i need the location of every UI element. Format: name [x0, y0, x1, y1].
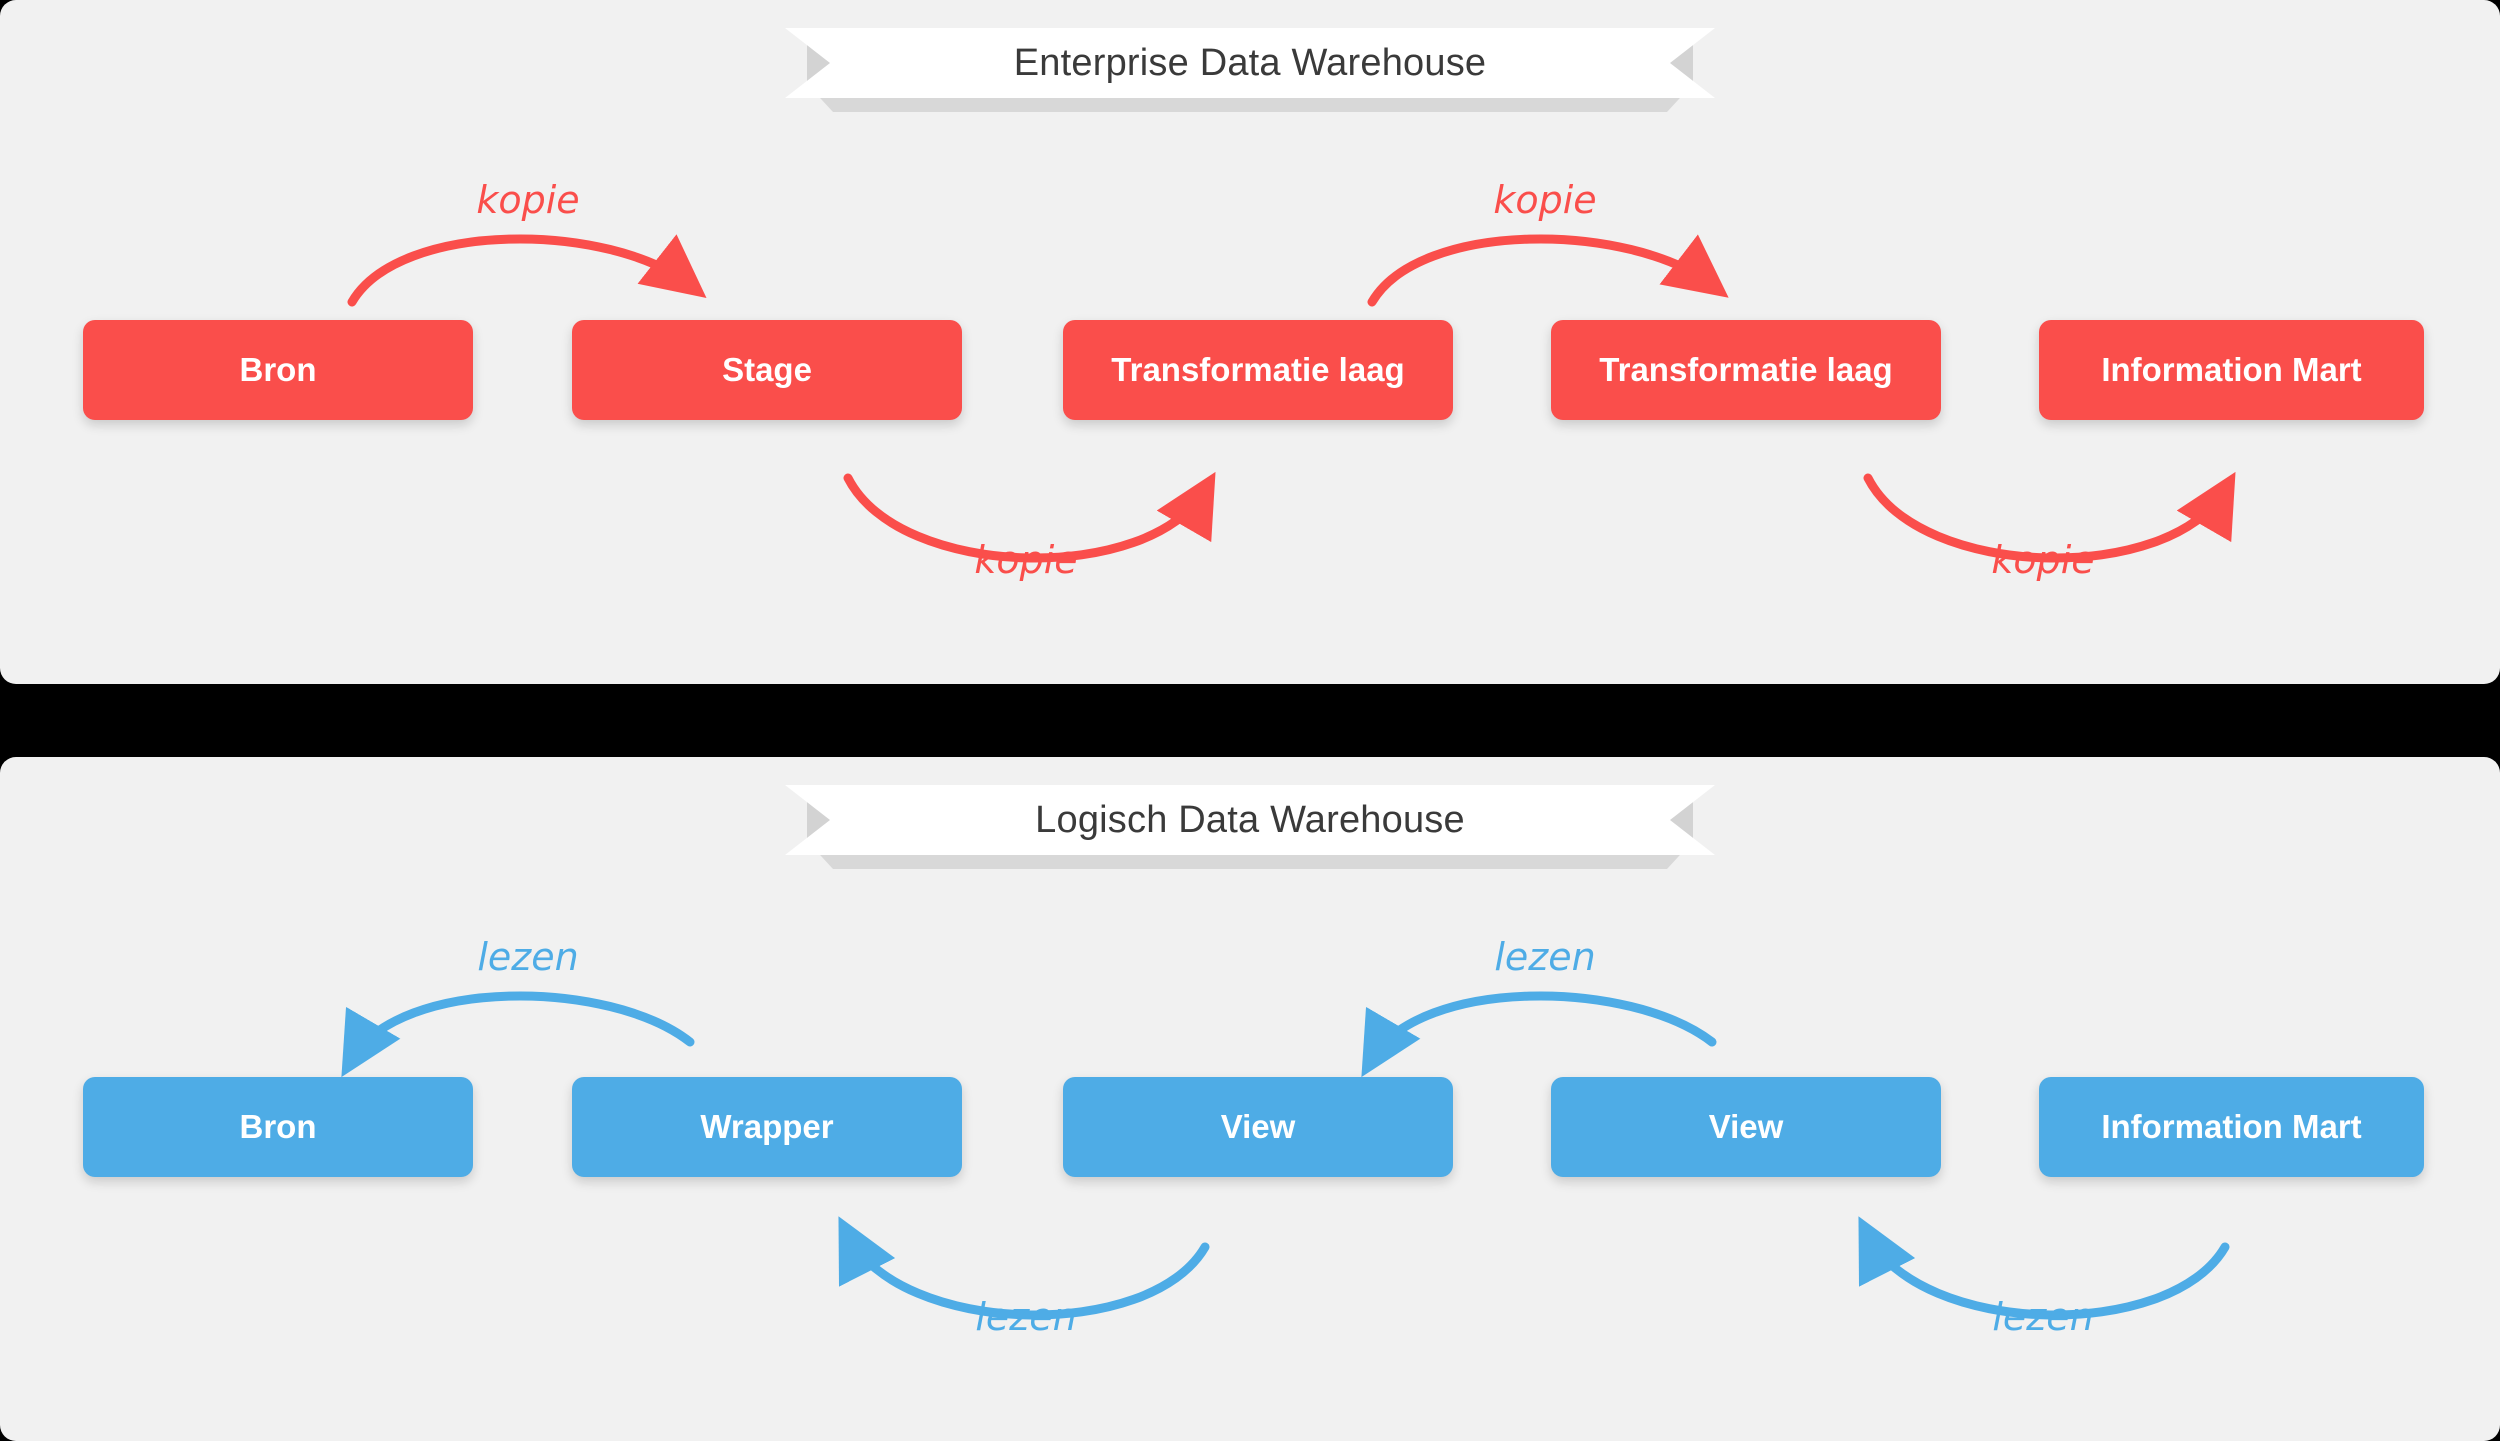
- node-stage[interactable]: Stage: [572, 320, 962, 420]
- panel-logisch-data-warehouse: Logisch Data Warehouse lezen lezen lezen…: [0, 757, 2500, 1441]
- node-bron[interactable]: Bron: [83, 320, 473, 420]
- arrow-view-to-view: [1361, 991, 1717, 1078]
- panel-title-2: Logisch Data Warehouse: [1035, 798, 1465, 841]
- arrow-label-kopie-4: kopie: [1991, 538, 2095, 582]
- panel-enterprise-data-warehouse: Enterprise Data Warehouse kopie kopie ko…: [0, 0, 2500, 684]
- panel-title-ribbon-2: Logisch Data Warehouse: [785, 785, 1715, 877]
- arrow-label-lezen-2: lezen: [975, 1295, 1077, 1339]
- arrow-label-kopie-3: kopie: [1493, 178, 1597, 222]
- node-transformatie-laag-1[interactable]: Transformatie laag: [1063, 320, 1453, 420]
- arrow-label-lezen-1: lezen: [477, 935, 579, 979]
- panel-title: Enterprise Data Warehouse: [1013, 41, 1487, 84]
- node-view-1[interactable]: View: [1063, 1077, 1453, 1177]
- panel-title-ribbon: Enterprise Data Warehouse: [785, 28, 1715, 120]
- diagram-canvas: Enterprise Data Warehouse kopie kopie ko…: [0, 0, 2500, 1441]
- node-information-mart[interactable]: Information Mart: [2039, 320, 2424, 420]
- node-view-2[interactable]: View: [1551, 1077, 1941, 1177]
- node-wrapper[interactable]: Wrapper: [572, 1077, 962, 1177]
- arrow-wrapper-to-bron: [341, 991, 695, 1078]
- arrow-label-lezen-4: lezen: [1992, 1295, 2094, 1339]
- node-transformatie-laag-2[interactable]: Transformatie laag: [1551, 320, 1941, 420]
- node-bron-2[interactable]: Bron: [83, 1077, 473, 1177]
- node-information-mart-2[interactable]: Information Mart: [2039, 1077, 2424, 1177]
- arrow-label-kopie-1: kopie: [476, 178, 580, 222]
- arrow-label-lezen-3: lezen: [1494, 935, 1596, 979]
- arrow-transformatie-to-transformatie: [1367, 234, 1729, 307]
- arrow-bron-to-stage: [347, 234, 707, 307]
- arrow-label-kopie-2: kopie: [974, 538, 1078, 582]
